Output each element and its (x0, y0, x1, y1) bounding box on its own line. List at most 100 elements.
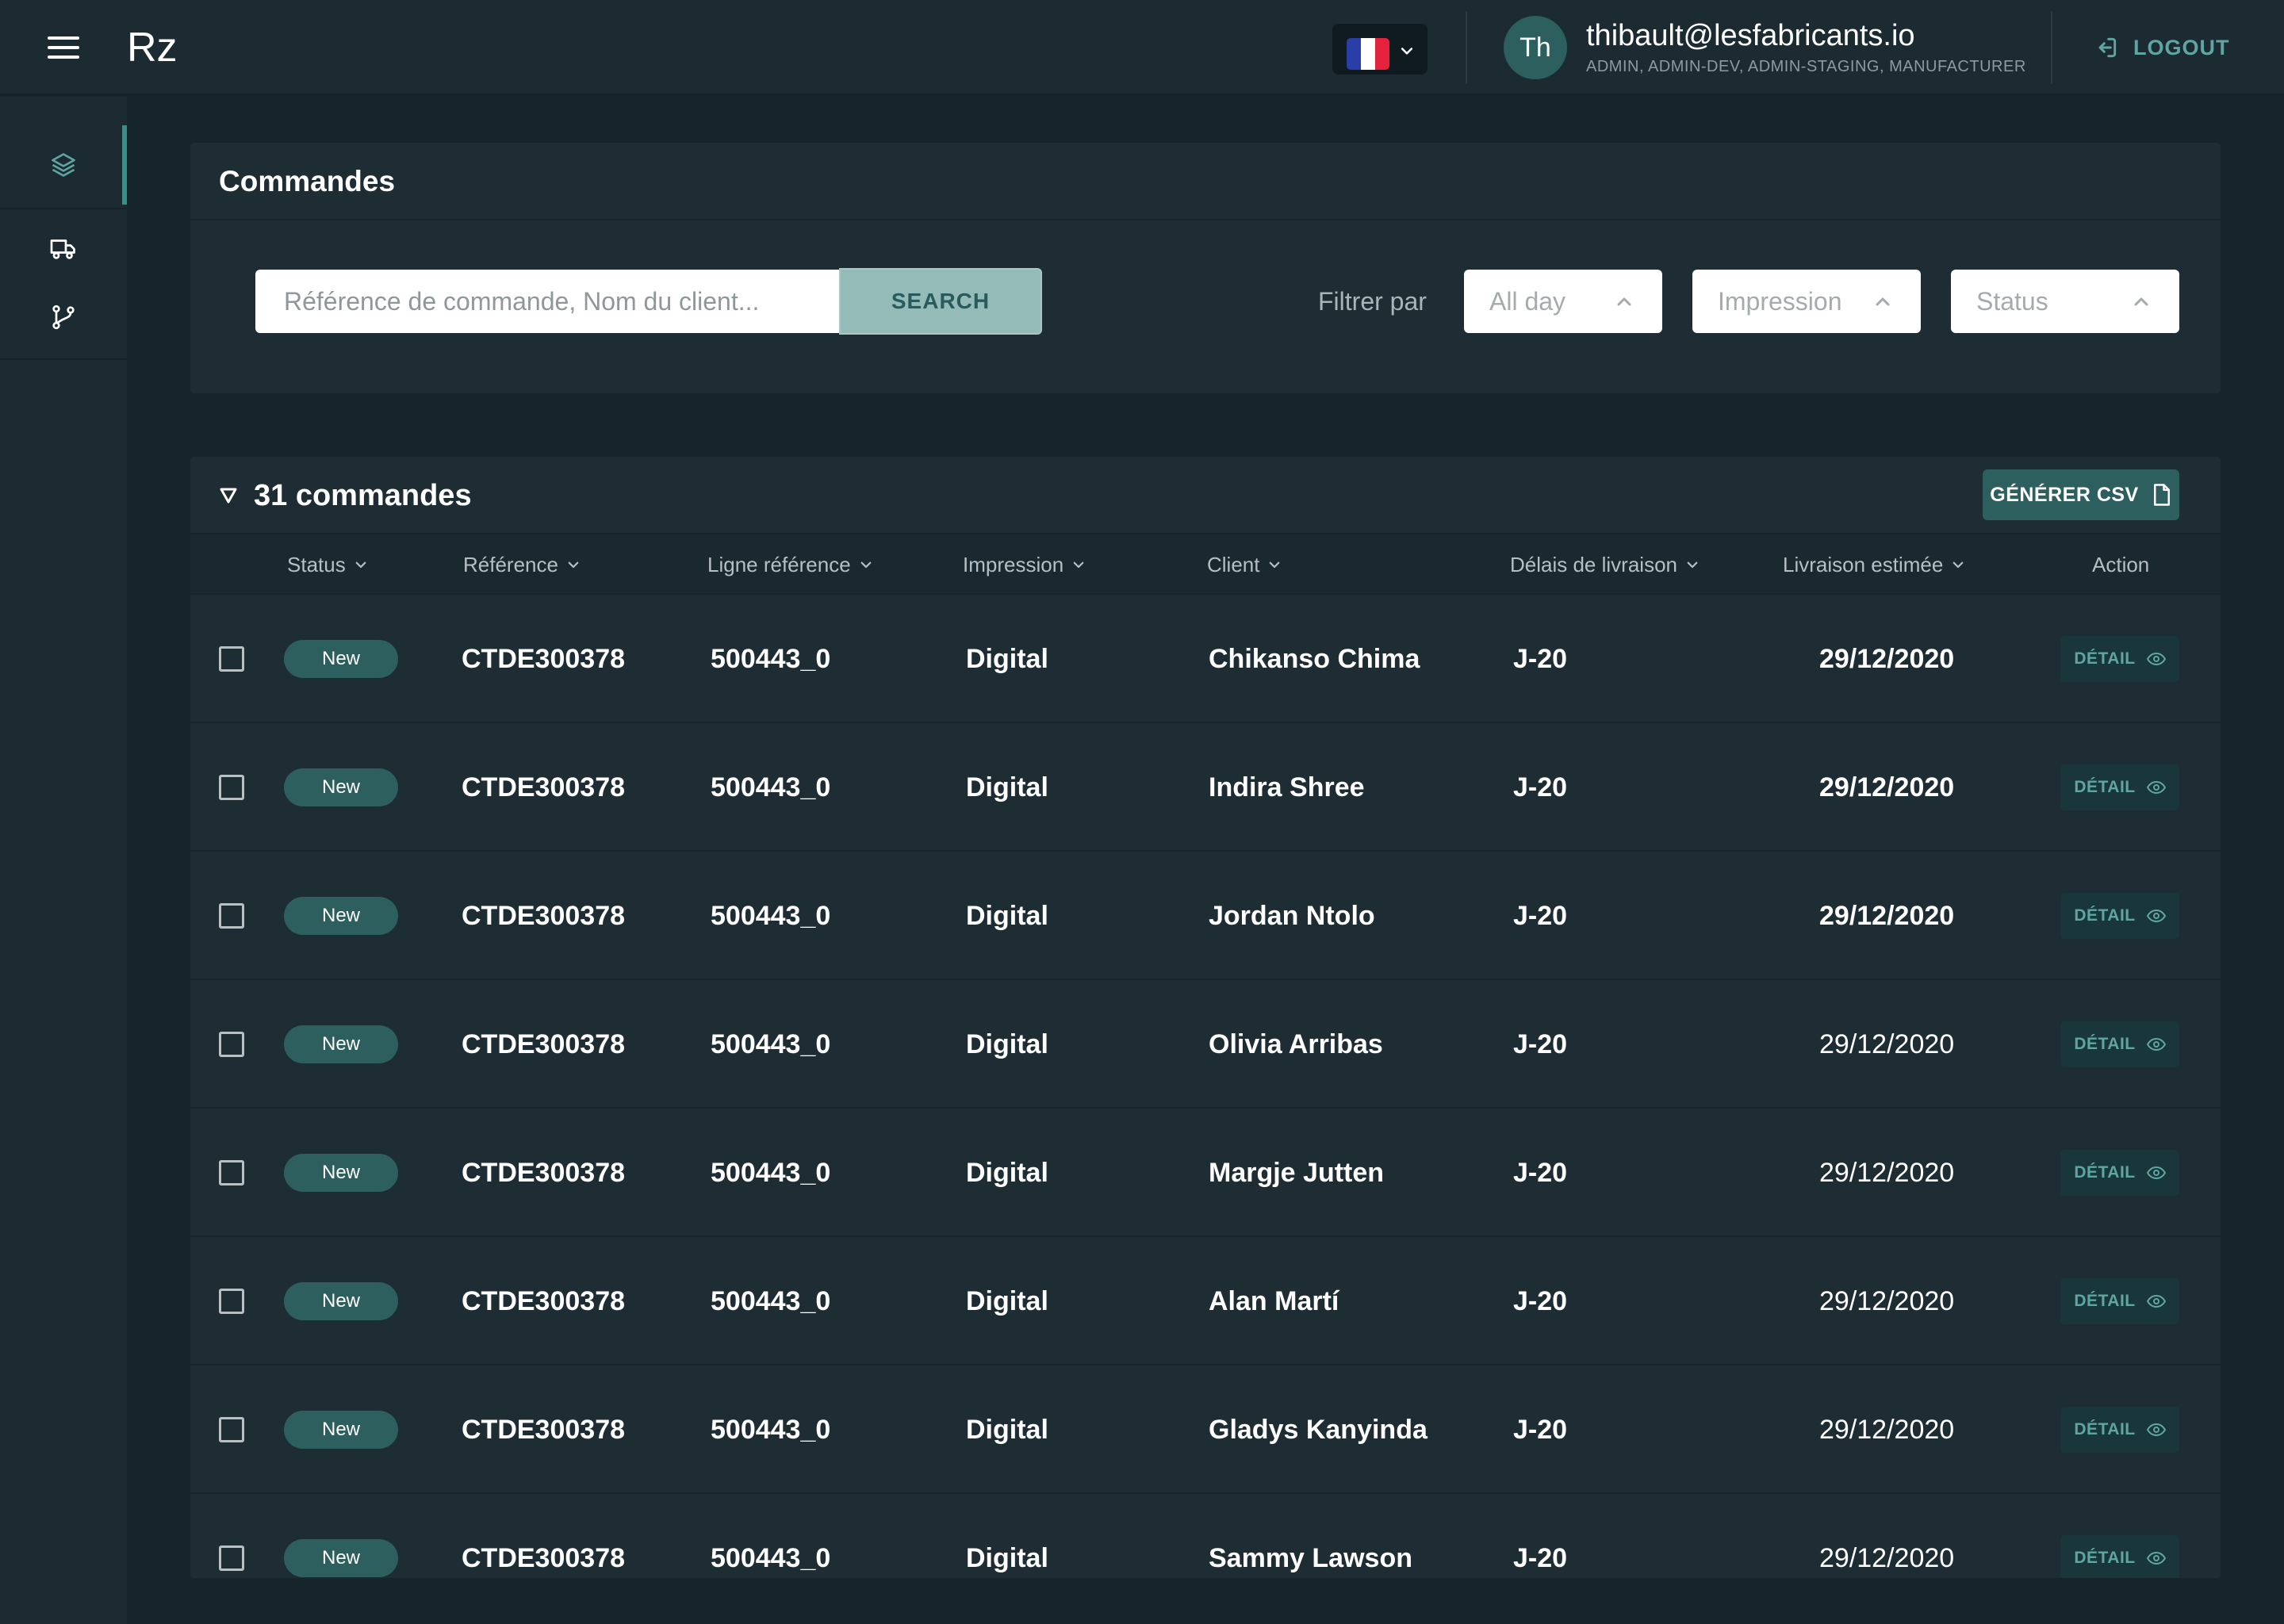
filter-status-value: Status (1976, 287, 2048, 316)
detail-label: DÉTAIL (2074, 906, 2136, 925)
logout-button[interactable]: LOGOUT (2094, 29, 2230, 67)
client-name: Indira Shree (1209, 772, 1365, 802)
column-header-client[interactable]: Client (1207, 534, 1282, 595)
chevron-down-icon (1270, 561, 1280, 569)
order-reference: CTDE300378 (462, 901, 626, 931)
eye-icon (2146, 909, 2166, 923)
language-selector[interactable] (1332, 24, 1428, 75)
detail-label: DÉTAIL (2074, 1549, 2136, 1567)
detail-label: DÉTAIL (2074, 1420, 2136, 1438)
column-header-label: Impression (963, 552, 1064, 576)
column-header-label: Action (2092, 552, 2150, 576)
column-header-impression[interactable]: Impression (963, 534, 1086, 595)
delivery-delay: J-20 (1512, 1158, 1568, 1188)
row-checkbox[interactable] (219, 1545, 244, 1571)
line-reference: 500443_0 (711, 1158, 831, 1188)
column-header-label: Livraison estimée (1783, 552, 1944, 576)
order-reference: CTDE300378 (462, 1543, 626, 1573)
detail-button[interactable]: DÉTAIL (2060, 893, 2179, 939)
table-row: New CTDE300378 500443_0 Digital Gladys Kanyi… (190, 1364, 2221, 1492)
search-button[interactable]: SEARCH (839, 268, 1042, 335)
line-reference: 500443_0 (711, 644, 831, 674)
column-header-delivery-delay[interactable]: Délais de livraison (1510, 534, 1700, 595)
impression-type: Digital (966, 1286, 1048, 1316)
table-row: New CTDE300378 500443_0 Digital Alan Martí J-… (190, 1235, 2221, 1364)
detail-button[interactable]: DÉTAIL (2060, 1535, 2179, 1578)
eye-icon (2146, 1423, 2166, 1437)
truck-icon (50, 239, 75, 259)
chevron-down-icon (568, 561, 579, 569)
sidebar-item-delivery[interactable] (0, 211, 127, 287)
chevron-down-icon (860, 561, 872, 569)
impression-type: Digital (966, 1543, 1048, 1573)
column-header-status[interactable]: Status (287, 534, 368, 595)
filter-period-select[interactable]: All day (1464, 270, 1662, 333)
table-row: New CTDE300378 500443_0 Digital Jordan Ntolo… (190, 850, 2221, 979)
delivery-delay: J-20 (1512, 1543, 1568, 1573)
estimated-delivery-date: 29/12/2020 (1819, 901, 1955, 931)
impression-type: Digital (966, 1029, 1048, 1059)
client-name: Sammy Lawson (1209, 1543, 1412, 1573)
sidebar (0, 97, 127, 1624)
eye-icon (2146, 652, 2166, 666)
collapse-triangle-icon[interactable] (219, 487, 238, 504)
generate-csv-label: GÉNÉRER CSV (1990, 483, 2139, 506)
status-badge: New (284, 640, 398, 678)
eye-icon (2146, 1037, 2166, 1051)
user-avatar[interactable]: Th (1504, 16, 1567, 79)
detail-label: DÉTAIL (2074, 778, 2136, 796)
git-branch-icon (52, 304, 75, 330)
chevron-up-icon (1876, 297, 1890, 306)
column-header-reference[interactable]: Référence (463, 534, 581, 595)
detail-button[interactable]: DÉTAIL (2060, 636, 2179, 682)
filter-label: Filtrer par (1318, 287, 1427, 316)
client-name: Alan Martí (1209, 1286, 1339, 1316)
row-checkbox[interactable] (219, 1289, 244, 1314)
detail-button[interactable]: DÉTAIL (2060, 1278, 2179, 1324)
estimated-delivery-date: 29/12/2020 (1819, 1543, 1955, 1573)
line-reference: 500443_0 (711, 772, 831, 802)
sidebar-divider (0, 208, 127, 209)
row-checkbox[interactable] (219, 1032, 244, 1057)
line-reference: 500443_0 (711, 1415, 831, 1445)
detail-label: DÉTAIL (2074, 1163, 2136, 1182)
filter-status-select[interactable]: Status (1951, 270, 2179, 333)
client-name: Jordan Ntolo (1209, 901, 1375, 931)
column-header-label: Status (287, 552, 346, 576)
row-checkbox[interactable] (219, 1417, 244, 1442)
order-reference: CTDE300378 (462, 1029, 626, 1059)
table-header: Status Référence Ligne référence Impress… (190, 533, 2221, 593)
column-header-action: Action (2092, 534, 2149, 595)
impression-type: Digital (966, 644, 1048, 674)
user-email: thibault@lesfabricants.io (1586, 19, 1915, 52)
detail-button[interactable]: DÉTAIL (2060, 1150, 2179, 1196)
status-badge: New (284, 1282, 398, 1320)
detail-button[interactable]: DÉTAIL (2060, 1021, 2179, 1067)
logout-label: LOGOUT (2133, 35, 2230, 59)
sidebar-item-workflow[interactable] (0, 284, 127, 350)
status-badge: New (284, 1025, 398, 1063)
detail-button[interactable]: DÉTAIL (2060, 764, 2179, 810)
impression-type: Digital (966, 1158, 1048, 1188)
filter-impression-select[interactable]: Impression (1692, 270, 1921, 333)
line-reference: 500443_0 (711, 901, 831, 931)
row-checkbox[interactable] (219, 775, 244, 800)
sidebar-active-indicator (122, 125, 127, 205)
column-header-label: Référence (463, 552, 558, 576)
generate-csv-button[interactable]: GÉNÉRER CSV (1983, 469, 2179, 520)
row-checkbox[interactable] (219, 903, 244, 929)
column-header-line-reference[interactable]: Ligne référence (707, 534, 873, 595)
orders-count: 31 commandes (254, 479, 472, 512)
table-row: New CTDE300378 500443_0 Digital Chikanso Chi… (190, 593, 2221, 722)
estimated-delivery-date: 29/12/2020 (1819, 1415, 1955, 1445)
detail-button[interactable]: DÉTAIL (2060, 1407, 2179, 1453)
row-checkbox[interactable] (219, 646, 244, 672)
row-checkbox[interactable] (219, 1160, 244, 1185)
sidebar-item-orders[interactable] (0, 125, 127, 205)
estimated-delivery-date: 29/12/2020 (1819, 644, 1955, 674)
chevron-down-icon (1401, 48, 1413, 55)
status-badge: New (284, 897, 398, 935)
hamburger-icon[interactable] (48, 36, 79, 59)
column-header-estimated-delivery[interactable]: Livraison estimée (1783, 534, 1965, 595)
search-input[interactable] (255, 270, 842, 333)
